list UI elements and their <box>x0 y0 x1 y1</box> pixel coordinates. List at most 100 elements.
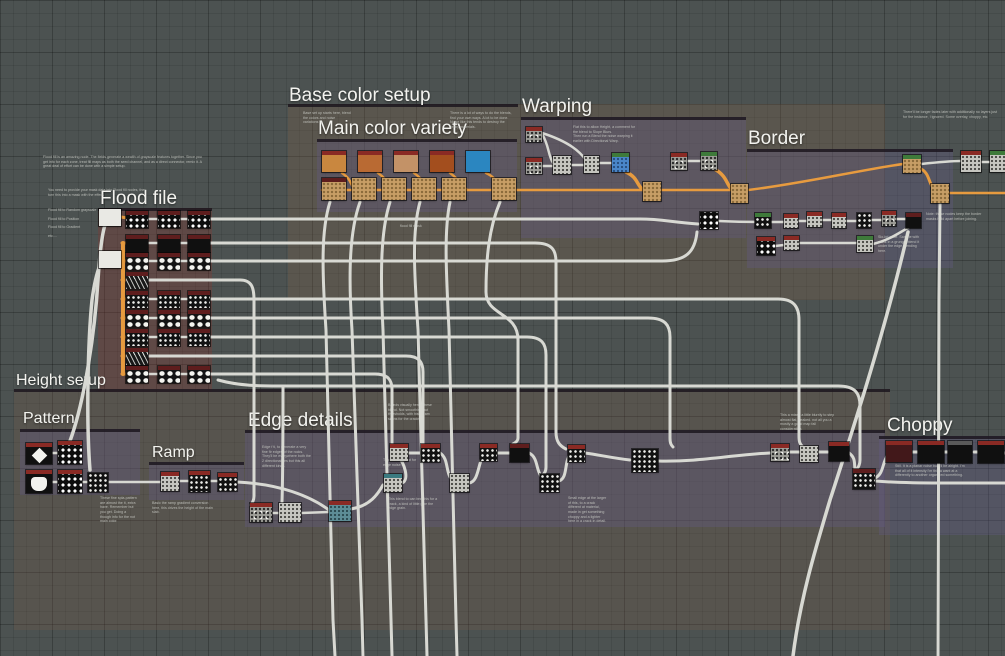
graph-node[interactable] <box>88 473 108 492</box>
graph-node[interactable] <box>553 156 571 174</box>
graph-node[interactable] <box>526 158 542 174</box>
graph-node[interactable] <box>189 471 210 492</box>
graph-node[interactable] <box>829 442 849 461</box>
graph-node[interactable] <box>188 211 210 228</box>
graph-node[interactable] <box>126 366 148 383</box>
graph-node[interactable] <box>126 272 148 289</box>
graph-node[interactable] <box>755 213 771 228</box>
graph-node[interactable] <box>26 443 52 464</box>
graph-node[interactable] <box>188 253 210 270</box>
graph-node[interactable] <box>990 151 1005 172</box>
graph-node[interactable] <box>126 329 148 346</box>
graph-node[interactable] <box>784 214 798 228</box>
graph-node[interactable] <box>961 151 981 172</box>
graph-node[interactable] <box>757 237 775 255</box>
graph-node[interactable] <box>807 212 822 227</box>
graph-node[interactable] <box>58 470 82 493</box>
graph-node[interactable] <box>903 155 921 173</box>
graph-node[interactable] <box>857 213 871 228</box>
graph-node[interactable] <box>466 151 490 172</box>
graph-node[interactable] <box>158 310 180 327</box>
graph-node[interactable] <box>510 444 529 462</box>
graph-node[interactable] <box>26 470 52 493</box>
node-thumbnail <box>480 448 497 461</box>
graph-node[interactable] <box>643 182 661 201</box>
graph-node[interactable] <box>188 291 210 308</box>
graph-node[interactable] <box>450 474 469 492</box>
graph-node[interactable] <box>442 178 466 200</box>
graph-node[interactable] <box>906 213 921 228</box>
graph-node[interactable] <box>161 472 179 491</box>
graph-node[interactable] <box>526 127 542 142</box>
graph-node[interactable] <box>384 474 402 492</box>
graph-node[interactable] <box>126 310 148 327</box>
graph-node[interactable] <box>701 152 717 170</box>
graph-node[interactable] <box>390 444 408 461</box>
graph-node[interactable] <box>671 153 687 170</box>
graph-node[interactable] <box>352 178 376 200</box>
graph-node[interactable] <box>412 178 436 200</box>
graph-node[interactable] <box>857 236 873 252</box>
graph-node[interactable] <box>784 236 799 250</box>
graph-node[interactable] <box>430 151 454 172</box>
graph-node[interactable] <box>700 212 718 229</box>
graph-node[interactable] <box>632 449 658 472</box>
graph-node[interactable] <box>188 310 210 327</box>
graph-node[interactable] <box>126 291 148 308</box>
graph-node[interactable] <box>158 291 180 308</box>
graph-node[interactable] <box>771 444 789 461</box>
graph-node[interactable] <box>188 235 210 252</box>
graph-node[interactable] <box>158 211 180 228</box>
node-thumbnail <box>126 295 148 308</box>
node-thumbnail <box>58 445 82 464</box>
graph-node[interactable] <box>612 153 629 172</box>
graph-node[interactable] <box>250 503 272 522</box>
graph-node[interactable] <box>978 441 1004 463</box>
node-thumbnail <box>126 352 148 365</box>
graph-node[interactable] <box>382 178 406 200</box>
graph-node[interactable] <box>540 474 559 492</box>
graph-node[interactable] <box>126 235 148 252</box>
graph-node[interactable] <box>492 178 516 200</box>
graph-node[interactable] <box>158 366 180 383</box>
graph-node[interactable] <box>731 184 748 203</box>
graph-node[interactable] <box>188 329 210 346</box>
node-thumbnail <box>857 213 871 228</box>
graph-node[interactable] <box>329 501 351 521</box>
node-thumbnail <box>158 314 180 327</box>
graph-node[interactable] <box>188 366 210 383</box>
graph-node[interactable] <box>948 441 972 463</box>
graph-node[interactable] <box>918 441 944 463</box>
graph-node[interactable] <box>158 329 180 346</box>
graph-node[interactable] <box>99 209 121 226</box>
graph-node[interactable] <box>358 151 382 172</box>
graph-node[interactable] <box>126 348 148 365</box>
graph-node[interactable] <box>99 251 121 268</box>
graph-node[interactable] <box>421 444 440 462</box>
graph-node[interactable] <box>800 446 818 462</box>
graph-node[interactable] <box>126 211 148 228</box>
graph-node[interactable] <box>568 445 585 462</box>
node-thumbnail <box>158 333 180 346</box>
node-thumbnail <box>218 477 237 491</box>
graph-canvas[interactable]: Base color setup Main color variety Warp… <box>0 0 1005 656</box>
graph-node[interactable] <box>158 235 180 252</box>
node-thumbnail <box>931 184 949 203</box>
graph-node[interactable] <box>584 156 599 173</box>
node-thumbnail <box>412 178 436 200</box>
graph-node[interactable] <box>853 469 875 489</box>
graph-node[interactable] <box>480 444 497 461</box>
graph-node[interactable] <box>218 473 237 491</box>
graph-node[interactable] <box>882 211 896 226</box>
graph-node[interactable] <box>322 151 346 172</box>
graph-node[interactable] <box>394 151 418 172</box>
graph-node[interactable] <box>886 441 912 462</box>
graph-node[interactable] <box>931 184 949 203</box>
graph-node[interactable] <box>158 253 180 270</box>
graph-node[interactable] <box>58 441 82 464</box>
graph-node[interactable] <box>279 503 301 522</box>
graph-node[interactable] <box>126 253 148 270</box>
graph-node[interactable] <box>322 178 346 200</box>
node-thumbnail <box>671 157 687 170</box>
graph-node[interactable] <box>832 213 846 228</box>
